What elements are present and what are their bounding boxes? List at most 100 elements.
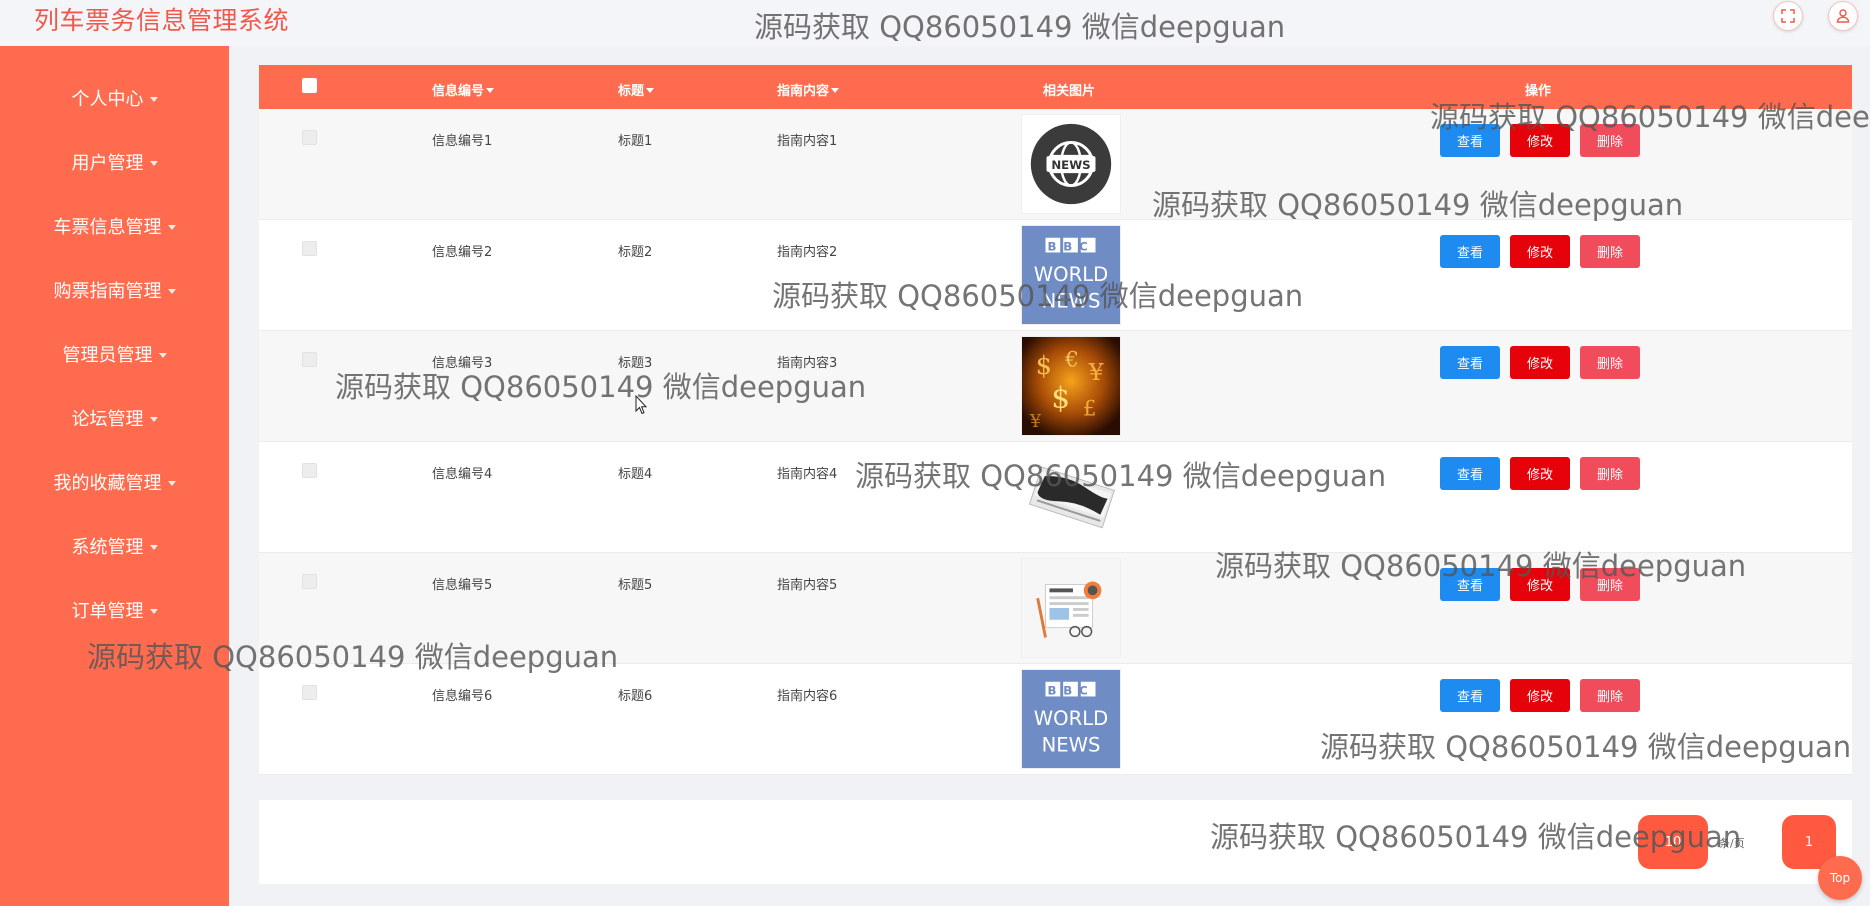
column-header-code[interactable]: 信息编号 (432, 80, 495, 99)
column-header-image: 相关图片 (1043, 84, 1096, 99)
svg-text:$: $ (1051, 381, 1070, 415)
sidebar-item-label: 用户管理 (71, 153, 144, 174)
bbc-world-news-image: BBC WORLD NEWS (1021, 225, 1121, 325)
world-label: WORLD (1034, 263, 1108, 286)
table-row: 信息编号4 标题4 指南内容4 查看 修改 删除 (259, 442, 1852, 553)
edit-button[interactable]: 修改 (1510, 346, 1570, 379)
news-label: NEWS (1042, 733, 1101, 756)
view-button[interactable]: 查看 (1440, 679, 1500, 712)
data-table: 信息编号 标题 指南内容 相关图片 操作 信息编号1 标题1 指南内容1 NEW… (259, 65, 1852, 775)
world-label: WORLD (1034, 707, 1108, 730)
column-header-title[interactable]: 标题 (618, 80, 655, 99)
edit-button[interactable]: 修改 (1510, 679, 1570, 712)
row-checkbox[interactable] (302, 685, 317, 700)
user-menu-button[interactable] (1828, 1, 1858, 31)
sidebar-item-tickets[interactable]: 车票信息管理 (0, 206, 229, 246)
sidebar-item-personal-center[interactable]: 个人中心 (0, 78, 229, 118)
row-checkbox[interactable] (302, 130, 317, 145)
sort-icon (486, 88, 495, 93)
sidebar-item-label: 车票信息管理 (53, 217, 162, 238)
newspaper-illustration-image (1021, 558, 1121, 658)
cell-content: 指南内容2 (777, 245, 838, 260)
cell-content: 指南内容4 (777, 467, 838, 482)
edit-button[interactable]: 修改 (1510, 457, 1570, 490)
cell-title: 标题6 (618, 689, 653, 704)
cell-title: 标题5 (618, 578, 653, 593)
fullscreen-button[interactable] (1773, 1, 1803, 31)
edit-button[interactable]: 修改 (1510, 124, 1570, 157)
view-button[interactable]: 查看 (1440, 124, 1500, 157)
svg-text:¥: ¥ (1029, 412, 1042, 432)
cell-content: 指南内容1 (777, 134, 838, 149)
delete-button[interactable]: 删除 (1580, 457, 1640, 490)
chevron-down-icon (167, 480, 176, 486)
table-row: 信息编号1 标题1 指南内容1 NEWS 查看 修改 删除 (259, 109, 1852, 220)
sidebar-item-admins[interactable]: 管理员管理 (0, 334, 229, 374)
chevron-down-icon (167, 224, 176, 230)
svg-text:¥: ¥ (1088, 358, 1105, 386)
sidebar-item-users[interactable]: 用户管理 (0, 142, 229, 182)
bbc-label: BBC (1047, 684, 1094, 698)
view-button[interactable]: 查看 (1440, 568, 1500, 601)
sidebar-item-label: 个人中心 (71, 89, 144, 110)
delete-button[interactable]: 删除 (1580, 235, 1640, 268)
view-button[interactable]: 查看 (1440, 235, 1500, 268)
app-title: 列车票务信息管理系统 (34, 6, 290, 35)
table-row: 信息编号6 标题6 指南内容6 BBC WORLD NEWS 查看 修改 删除 (259, 664, 1852, 775)
row-checkbox[interactable] (302, 241, 317, 256)
cell-code: 信息编号6 (432, 689, 493, 704)
news-label: NEWS (1042, 289, 1101, 312)
delete-button[interactable]: 删除 (1580, 124, 1640, 157)
user-icon (1836, 9, 1850, 23)
row-checkbox[interactable] (302, 463, 317, 478)
cell-title: 标题2 (618, 245, 653, 260)
cell-title: 标题3 (618, 356, 653, 371)
bbc-label: BBC (1047, 240, 1094, 254)
pagination-bar: 10 条/页 1 (259, 800, 1852, 884)
news-globe-image: NEWS (1021, 114, 1121, 214)
chevron-down-icon (149, 544, 158, 550)
sidebar-item-label: 管理员管理 (62, 345, 153, 366)
sidebar-item-guides[interactable]: 购票指南管理 (0, 270, 229, 310)
sidebar-item-forum[interactable]: 论坛管理 (0, 398, 229, 438)
svg-text:£: £ (1083, 396, 1097, 421)
table-header: 信息编号 标题 指南内容 相关图片 操作 (259, 65, 1852, 109)
cell-title: 标题4 (618, 467, 653, 482)
view-button[interactable]: 查看 (1440, 346, 1500, 379)
cell-content: 指南内容5 (777, 578, 838, 593)
chevron-down-icon (149, 416, 158, 422)
back-to-top-button[interactable]: Top (1818, 856, 1862, 900)
view-button[interactable]: 查看 (1440, 457, 1500, 490)
top-header: 列车票务信息管理系统 (0, 0, 1870, 46)
delete-button[interactable]: 删除 (1580, 568, 1640, 601)
select-all-checkbox[interactable] (302, 78, 317, 93)
svg-text:€: € (1064, 347, 1079, 372)
cell-code: 信息编号5 (432, 578, 493, 593)
sidebar-item-favorites[interactable]: 我的收藏管理 (0, 462, 229, 502)
cell-code: 信息编号3 (432, 356, 493, 371)
delete-button[interactable]: 删除 (1580, 679, 1640, 712)
row-checkbox[interactable] (302, 574, 317, 589)
row-checkbox[interactable] (302, 352, 317, 367)
sidebar-item-label: 系统管理 (71, 537, 144, 558)
bbc-world-news-image: BBC WORLD NEWS (1021, 669, 1121, 769)
chevron-down-icon (149, 96, 158, 102)
sidebar-item-label: 论坛管理 (71, 409, 144, 430)
sidebar: 个人中心 用户管理 车票信息管理 购票指南管理 管理员管理 论坛管理 我的收藏管… (0, 46, 229, 906)
cell-code: 信息编号1 (432, 134, 493, 149)
delete-button[interactable]: 删除 (1580, 346, 1640, 379)
column-header-content[interactable]: 指南内容 (777, 80, 840, 99)
edit-button[interactable]: 修改 (1510, 235, 1570, 268)
chevron-down-icon (167, 288, 176, 294)
cell-content: 指南内容3 (777, 356, 838, 371)
news-label: NEWS (1051, 158, 1090, 172)
page-size-select[interactable]: 10 (1638, 815, 1708, 869)
edit-button[interactable]: 修改 (1510, 568, 1570, 601)
table-row: 信息编号5 标题5 指南内容5 查看 修改 删除 (259, 553, 1852, 664)
currency-symbols-image: $ € ¥ $ £ ¥ (1021, 336, 1121, 436)
cell-code: 信息编号4 (432, 467, 493, 482)
table-row: 信息编号3 标题3 指南内容3 $ € ¥ $ £ ¥ 查看 修改 删除 (259, 331, 1852, 442)
sidebar-item-system[interactable]: 系统管理 (0, 526, 229, 566)
sidebar-item-orders[interactable]: 订单管理 (0, 590, 229, 630)
page-size-label: 条/页 (1719, 837, 1745, 850)
